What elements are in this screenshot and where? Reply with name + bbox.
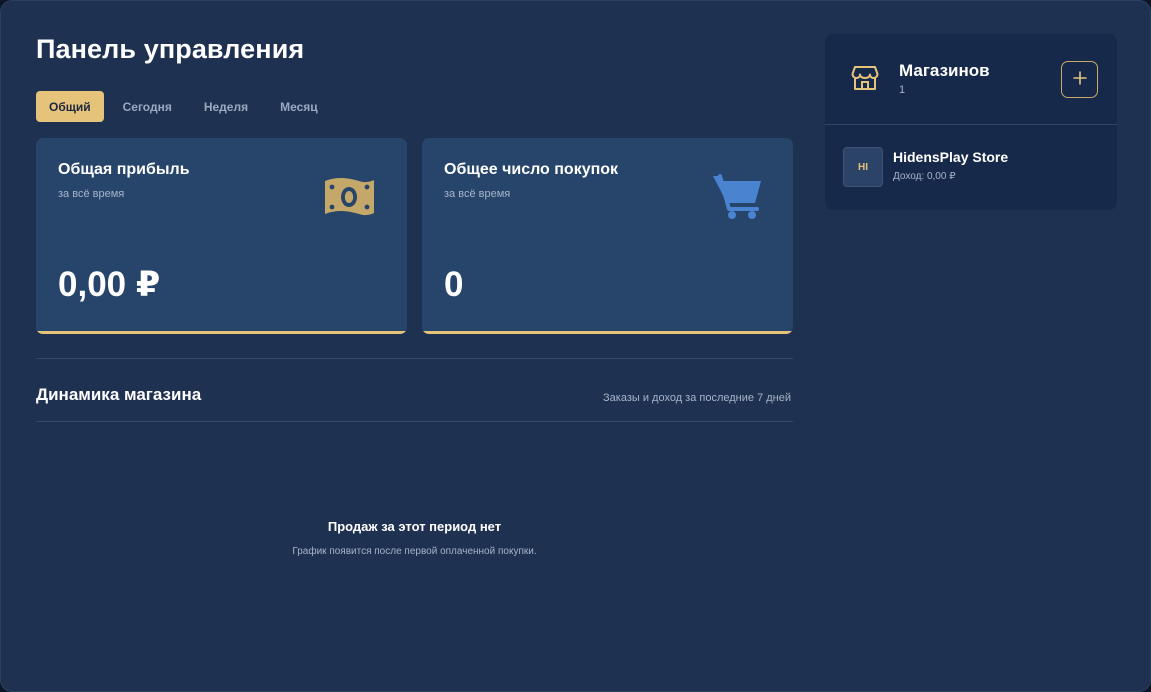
total-purchases-card: Общее число покупок за всё время 0 [422,138,793,334]
page-title: Панель управления [36,34,305,64]
store-icon [851,65,879,96]
divider [36,358,793,359]
store-dynamics-title: Динамика магазина [36,385,202,404]
app-window: Панель управления Общий Сегодня Неделя М… [0,0,1151,692]
tab-general[interactable]: Общий [36,91,104,122]
stores-title: Магазинов [899,61,990,80]
stores-panel-header: Магазинов 1 [825,34,1117,125]
store-dynamics-subtitle: Заказы и доход за последние 7 дней [603,392,791,404]
divider [36,421,793,422]
cart-icon [711,173,763,226]
total-purchases-value: 0 [444,265,464,304]
card-title: Общая прибыль [58,161,190,178]
empty-state-subtitle: График появится после первой оплаченной … [292,546,537,557]
store-name: HidensPlay Store [893,149,1009,165]
store-list-item[interactable]: HI HidensPlay Store Доход: 0,00 ₽ [825,125,1117,210]
stores-panel: Магазинов 1 HI HidensPlay Store Доход: 0… [825,34,1117,210]
plus-icon [1072,71,1087,88]
store-avatar: HI [843,147,883,187]
period-tabs: Общий Сегодня Неделя Месяц [36,91,331,122]
stores-count: 1 [899,84,906,96]
money-icon [321,173,377,226]
card-title: Общее число покупок [444,161,619,178]
card-subtitle: за всё время [58,188,125,200]
store-income: Доход: 0,00 ₽ [893,171,956,182]
tab-month[interactable]: Месяц [267,91,331,122]
empty-state-title: Продаж за этот период нет [327,519,502,534]
add-store-button[interactable] [1061,61,1098,98]
total-profit-value: 0,00 ₽ [58,265,161,304]
tab-today[interactable]: Сегодня [110,91,185,122]
card-subtitle: за всё время [444,188,511,200]
tab-week[interactable]: Неделя [191,91,261,122]
total-profit-card: Общая прибыль за всё время 0,00 ₽ [36,138,407,334]
